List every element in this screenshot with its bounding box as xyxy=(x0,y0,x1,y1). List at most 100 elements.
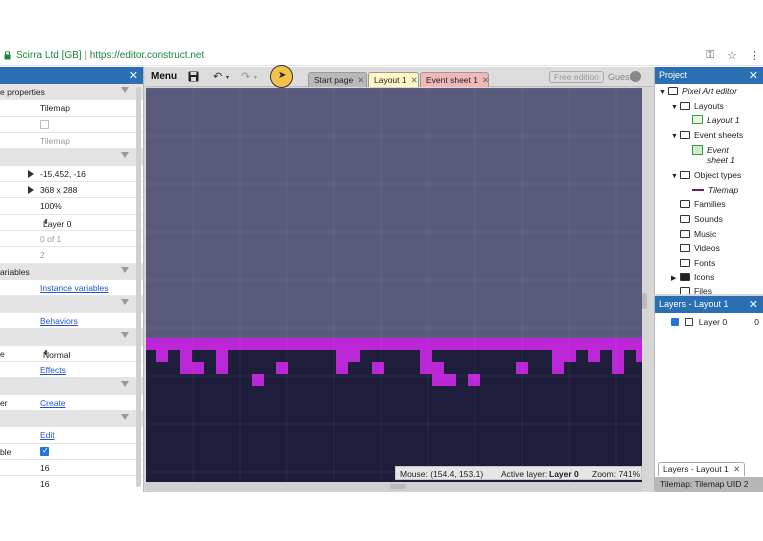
tab-start-page[interactable]: Start page ✕ xyxy=(308,72,367,87)
free-edition-badge[interactable]: Free edition xyxy=(549,71,604,83)
project-item-files[interactable]: Files xyxy=(671,286,712,294)
property-section-row[interactable] xyxy=(0,149,143,166)
layer-visible-checkbox[interactable] xyxy=(671,318,679,326)
vertical-scrollbar[interactable] xyxy=(642,293,647,309)
property-section-row[interactable]: e properties xyxy=(0,84,143,101)
redo-icon[interactable]: ↷ xyxy=(241,70,250,83)
collapse-triangle-icon[interactable] xyxy=(121,413,129,420)
sky-area xyxy=(146,88,642,338)
close-icon[interactable]: ✕ xyxy=(733,464,740,474)
property-checkbox[interactable] xyxy=(40,119,49,129)
lock-icon[interactable] xyxy=(685,318,694,326)
close-icon[interactable]: ✕ xyxy=(129,69,138,82)
collapse-arrow-icon[interactable]: ▼ xyxy=(671,133,680,140)
project-item-event-sheet-1[interactable]: Event sheet 1 xyxy=(683,145,743,165)
property-row[interactable]: Layer 0 ⬍ xyxy=(0,215,143,232)
collapse-arrow-icon[interactable]: ▼ xyxy=(671,104,680,111)
property-row[interactable]: 368 x 288 xyxy=(0,182,143,199)
expand-arrow-icon[interactable] xyxy=(28,186,34,195)
property-row[interactable]: Edit xyxy=(0,427,143,444)
property-section-row[interactable] xyxy=(0,410,143,428)
property-row[interactable]: 16 xyxy=(0,476,143,492)
layout-view[interactable]: Mouse: (154.4, 153.1) Active layer: Laye… xyxy=(146,88,647,492)
property-row[interactable]: e Normal ⬍ xyxy=(0,346,143,362)
property-row[interactable]: 0 of 1 xyxy=(0,231,143,248)
project-item-families[interactable]: Families xyxy=(671,199,726,209)
undo-dropdown-icon[interactable]: ▾ xyxy=(226,74,229,81)
project-item-pixel-art-editor[interactable]: ▼ Pixel Art editor xyxy=(659,86,737,96)
user-avatar-icon[interactable] xyxy=(630,71,641,82)
property-section-row[interactable]: ariables xyxy=(0,263,143,281)
expand-arrow-icon[interactable] xyxy=(28,169,34,178)
tab-event-sheet-1[interactable]: Event sheet 1 ✕ xyxy=(420,72,489,87)
folder-icon xyxy=(680,131,690,139)
property-row[interactable]: Tilemap xyxy=(0,100,143,117)
property-row[interactable]: Tilemap xyxy=(0,133,143,150)
collapse-triangle-icon[interactable] xyxy=(121,332,129,339)
project-item-fonts[interactable]: Fonts xyxy=(671,258,715,268)
layers-bottom-tab[interactable]: Layers - Layout 1 ✕ xyxy=(658,462,746,476)
property-checkbox[interactable] xyxy=(40,446,49,456)
property-row[interactable]: Effects xyxy=(0,362,143,379)
folder-icon xyxy=(668,87,678,95)
property-section-row[interactable] xyxy=(0,296,143,313)
kebab-menu-icon[interactable]: ⋮ xyxy=(749,49,760,62)
project-item-event-sheets[interactable]: ▼ Event sheets xyxy=(671,130,743,140)
expand-arrow-icon[interactable]: ▶ xyxy=(671,274,680,282)
property-section-row[interactable] xyxy=(0,378,143,395)
property-row[interactable]: Instance variables xyxy=(0,280,143,297)
save-icon[interactable] xyxy=(188,71,199,82)
browser-address-bar[interactable]: Scirra Ltd [GB] | https://editor.constru… xyxy=(0,46,763,66)
property-section-row[interactable] xyxy=(0,329,143,346)
project-item-tilemap[interactable]: Tilemap xyxy=(683,185,738,195)
properties-scrollbar[interactable] xyxy=(136,87,141,487)
project-item-object-types[interactable]: ▼ Object types xyxy=(671,170,741,180)
property-row[interactable]: 100% xyxy=(0,198,143,215)
collapse-triangle-icon[interactable] xyxy=(121,266,129,273)
collapse-triangle-icon[interactable] xyxy=(121,381,129,388)
project-item-icons[interactable]: ▶ Icons xyxy=(671,272,714,282)
property-row[interactable]: ble xyxy=(0,444,143,460)
horizontal-scrollbar[interactable] xyxy=(390,484,406,489)
property-link[interactable]: Effects xyxy=(40,365,66,375)
close-tab-icon[interactable]: ✕ xyxy=(357,75,364,85)
project-item-sounds[interactable]: Sounds xyxy=(671,214,723,224)
select-tool-button[interactable]: ➤ xyxy=(270,65,293,88)
project-item-layouts[interactable]: ▼ Layouts xyxy=(671,101,724,111)
property-row[interactable] xyxy=(0,117,143,134)
layout-canvas[interactable] xyxy=(146,88,642,482)
tilemap-canvas[interactable] xyxy=(146,88,642,482)
project-item-videos[interactable]: Videos xyxy=(671,243,720,253)
url-text[interactable]: https://editor.construct.net xyxy=(90,50,205,61)
collapse-triangle-icon[interactable] xyxy=(121,299,129,306)
collapse-triangle-icon[interactable] xyxy=(121,152,129,159)
property-link[interactable]: Behaviors xyxy=(40,316,78,326)
property-select[interactable]: Normal ⬍ xyxy=(38,346,133,360)
property-row[interactable]: 16 xyxy=(0,460,143,477)
project-item-music[interactable]: Music xyxy=(671,229,716,239)
property-row[interactable]: -15.452, -16 xyxy=(0,166,143,183)
property-row[interactable]: 2 xyxy=(0,247,143,264)
property-select[interactable]: Layer 0 ⬍ xyxy=(38,215,133,229)
close-tab-icon[interactable]: ✕ xyxy=(482,75,489,85)
star-icon[interactable]: ☆ xyxy=(727,49,737,62)
collapse-triangle-icon[interactable] xyxy=(121,87,129,93)
redo-dropdown-icon[interactable]: ▾ xyxy=(254,74,257,81)
collapse-arrow-icon[interactable]: ▼ xyxy=(659,89,668,96)
project-item-layout-1[interactable]: Layout 1 xyxy=(683,115,740,125)
property-link[interactable]: Create xyxy=(40,398,66,408)
menu-button[interactable]: Menu xyxy=(151,71,177,82)
close-tab-icon[interactable]: ✕ xyxy=(411,75,418,85)
undo-icon[interactable]: ↶ xyxy=(213,70,222,83)
guest-label[interactable]: Guest xyxy=(608,72,632,82)
close-icon[interactable]: ✕ xyxy=(749,298,758,311)
close-icon[interactable]: ✕ xyxy=(749,69,758,82)
property-link[interactable]: Edit xyxy=(40,430,55,440)
property-link[interactable]: Instance variables xyxy=(40,283,109,293)
tab-layout-1[interactable]: Layout 1 ✕ xyxy=(368,72,419,87)
property-row[interactable]: Behaviors xyxy=(0,313,143,330)
key-icon[interactable]: ⚿ xyxy=(706,49,714,62)
collapse-arrow-icon[interactable]: ▼ xyxy=(671,173,680,180)
property-row[interactable]: er Create xyxy=(0,395,143,411)
layer-row[interactable]: Layer 0 0 xyxy=(671,317,761,327)
